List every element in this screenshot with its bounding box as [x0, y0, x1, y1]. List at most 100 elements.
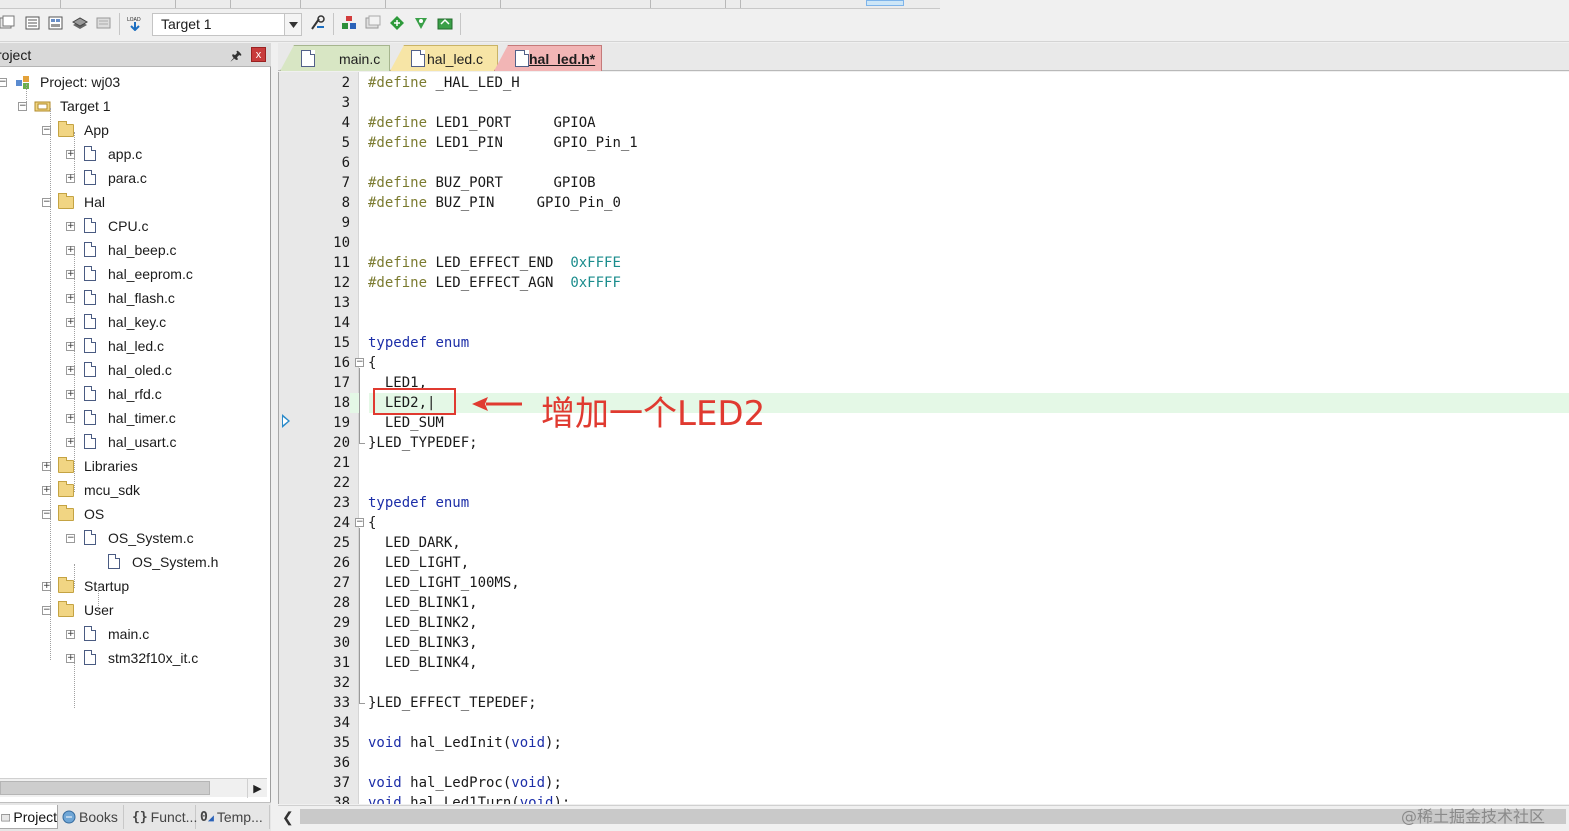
tree-file[interactable]: + hal_flash.c [0, 288, 271, 310]
tree-file[interactable]: + CPU.c [0, 216, 271, 238]
tree-file[interactable]: + hal_rfd.c [0, 384, 271, 406]
tab-hal-led-c[interactable]: hal_led.c [390, 45, 498, 71]
code-line[interactable]: 21 [279, 453, 1569, 473]
tree-file[interactable]: + para.c [0, 168, 271, 190]
code-line[interactable]: 5 #define LED1_PIN GPIO_Pin_1 [279, 133, 1569, 153]
code-line[interactable]: 11 #define LED_EFFECT_END 0xFFFE [279, 253, 1569, 273]
scroll-thumb[interactable] [0, 781, 210, 795]
tree-file[interactable]: + stm32f10x_it.c [0, 648, 271, 670]
tree-file[interactable]: + hal_oled.c [0, 360, 271, 382]
expand-icon[interactable]: + [66, 630, 75, 639]
translate-icon[interactable] [0, 15, 16, 31]
editor-scroll-thumb[interactable] [300, 809, 1566, 824]
code-line[interactable]: 4 #define LED1_PORT GPIOA [279, 113, 1569, 133]
code-line[interactable]: 27 LED_LIGHT_100MS, [279, 573, 1569, 593]
tree-file[interactable]: + hal_eeprom.c [0, 264, 271, 286]
code-line[interactable]: 34 [279, 713, 1569, 733]
code-line[interactable]: 17 LED1, [279, 373, 1569, 393]
collapse-icon[interactable]: − [66, 534, 75, 543]
code-line[interactable]: 33}LED_EFFECT_TEPEDEF; [279, 693, 1569, 713]
tree-file[interactable]: + app.c [0, 144, 271, 166]
tree-file[interactable]: OS_System.h [0, 552, 271, 574]
code-line[interactable]: 6 [279, 153, 1569, 173]
tab-books[interactable]: Books [60, 805, 124, 829]
tree-file[interactable]: + hal_usart.c [0, 432, 271, 454]
tree-file[interactable]: − OS_System.c [0, 528, 271, 550]
tree-file[interactable]: + hal_key.c [0, 312, 271, 334]
code-line[interactable]: 28 LED_BLINK1, [279, 593, 1569, 613]
code-token: { [368, 355, 377, 371]
code-line[interactable]: 3 [279, 93, 1569, 113]
tree-target[interactable]: − Target 1 [0, 96, 271, 118]
select-packs-icon[interactable] [364, 15, 382, 31]
tree-project[interactable]: − Project: wj03 [0, 72, 271, 94]
editor-hscrollbar[interactable]: ❮ [278, 805, 1569, 827]
code-line[interactable]: 23 typedef enum [279, 493, 1569, 513]
annotation-text: 增加一个LED2 [541, 394, 766, 434]
fold-toggle-icon[interactable]: − [355, 518, 364, 527]
code-line[interactable]: 9 [279, 213, 1569, 233]
load-icon[interactable]: LOAD [126, 15, 144, 31]
tree-folder[interactable]: − User [0, 600, 271, 622]
project-hscrollbar[interactable]: ▶ [0, 778, 267, 798]
code-line[interactable]: 25 LED_DARK, [279, 533, 1569, 553]
code-line[interactable]: 29 LED_BLINK2, [279, 613, 1569, 633]
code-line[interactable]: 31 LED_BLINK4, [279, 653, 1569, 673]
code-line[interactable]: 10 [279, 233, 1569, 253]
rte-icon[interactable] [412, 15, 430, 31]
scroll-right-icon[interactable]: ▶ [247, 779, 267, 798]
tab-project[interactable]: Project [0, 805, 58, 829]
code-line[interactable]: 8 #define BUZ_PIN GPIO_Pin_0 [279, 193, 1569, 213]
pin-icon[interactable]: 🖈 [230, 47, 242, 69]
code-editor[interactable]: 2 #define _HAL_LED_H 3 4 #define LED1_PORT G… [278, 72, 1569, 804]
code-line[interactable]: 37 void hal_LedProc(void); [279, 773, 1569, 793]
stop-build-icon[interactable] [95, 15, 113, 31]
software-packs-icon[interactable] [436, 15, 454, 31]
expand-icon[interactable]: + [66, 222, 75, 231]
code-line[interactable]: 22 [279, 473, 1569, 493]
code-line[interactable]: 36 [279, 753, 1569, 773]
code-line[interactable]: 35 void hal_LedInit(void); [279, 733, 1569, 753]
tree-folder[interactable]: − App [0, 120, 271, 142]
code-line[interactable]: 32 [279, 673, 1569, 693]
code-line[interactable]: 7 #define BUZ_PORT GPIOB [279, 173, 1569, 193]
tree-file[interactable]: + hal_timer.c [0, 408, 271, 430]
pack-installer-icon[interactable] [388, 15, 406, 31]
tree-folder[interactable]: + mcu_sdk [0, 480, 271, 502]
batch-build-icon[interactable] [71, 15, 89, 31]
close-icon[interactable]: x [251, 47, 266, 62]
tree-folder[interactable]: − Hal [0, 192, 271, 214]
code-line[interactable]: 12 #define LED_EFFECT_AGN 0xFFFF [279, 273, 1569, 293]
code-line[interactable]: 16 {− [279, 353, 1569, 373]
line-number: 12 [333, 275, 350, 291]
tab-main-c[interactable]: main.c [280, 45, 390, 71]
tree-folder[interactable]: + Libraries [0, 456, 271, 478]
code-line[interactable]: 13 [279, 293, 1569, 313]
code-line[interactable]: 2 #define _HAL_LED_H [279, 73, 1569, 93]
tab-hal-led-h[interactable]: hal_led.h* [494, 45, 602, 71]
code-line[interactable]: 26 LED_LIGHT, [279, 553, 1569, 573]
code-line[interactable]: 24 {− [279, 513, 1569, 533]
tree-folder[interactable]: + Startup [0, 576, 271, 598]
tab-templates[interactable]: 0◢ Temp... [198, 805, 270, 829]
rebuild-icon[interactable] [47, 15, 65, 31]
fold-toggle-icon[interactable]: − [355, 358, 364, 367]
tree-file[interactable]: + hal_beep.c [0, 240, 271, 262]
target-select[interactable]: Target 1 [152, 13, 302, 36]
tree-file[interactable]: + main.c [0, 624, 271, 646]
scroll-left-icon[interactable]: ❮ [282, 809, 294, 826]
tree-folder[interactable]: − OS [0, 504, 271, 526]
manage-components-icon[interactable] [340, 15, 358, 31]
tree-file[interactable]: + hal_led.c [0, 336, 271, 358]
code-line[interactable]: 20}LED_TYPEDEF; [279, 433, 1569, 453]
code-line[interactable]: 38 void hal_Led1Turn(void); [279, 793, 1569, 804]
code-line[interactable]: 30 LED_BLINK3, [279, 633, 1569, 653]
code-line[interactable]: 14 [279, 313, 1569, 333]
chevron-down-icon[interactable] [284, 14, 301, 35]
collapse-icon[interactable]: − [0, 78, 7, 87]
target-options-icon[interactable] [309, 15, 327, 31]
tab-functions[interactable]: {} Funct... [130, 805, 197, 829]
build-icon[interactable] [24, 15, 42, 31]
code-line[interactable]: 19 LED_SUM [279, 413, 1569, 433]
code-line[interactable]: 15 typedef enum [279, 333, 1569, 353]
